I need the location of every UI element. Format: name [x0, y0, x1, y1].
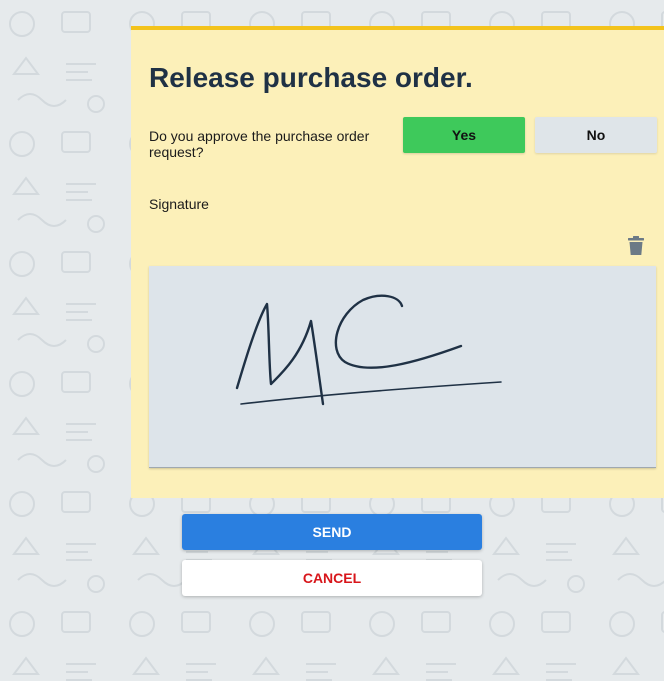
signature-label: Signature — [149, 196, 209, 212]
approval-card: Release purchase order. Do you approve t… — [131, 26, 664, 498]
send-button[interactable]: SEND — [182, 514, 482, 550]
signature-pad[interactable] — [149, 266, 656, 468]
approval-question: Do you approve the purchase order reques… — [149, 128, 370, 160]
yes-button[interactable]: Yes — [403, 117, 525, 153]
trash-icon[interactable] — [627, 236, 645, 256]
no-button[interactable]: No — [535, 117, 657, 153]
signature-drawing — [235, 294, 502, 406]
page-title: Release purchase order. — [149, 62, 473, 93]
cancel-button[interactable]: CANCEL — [182, 560, 482, 596]
